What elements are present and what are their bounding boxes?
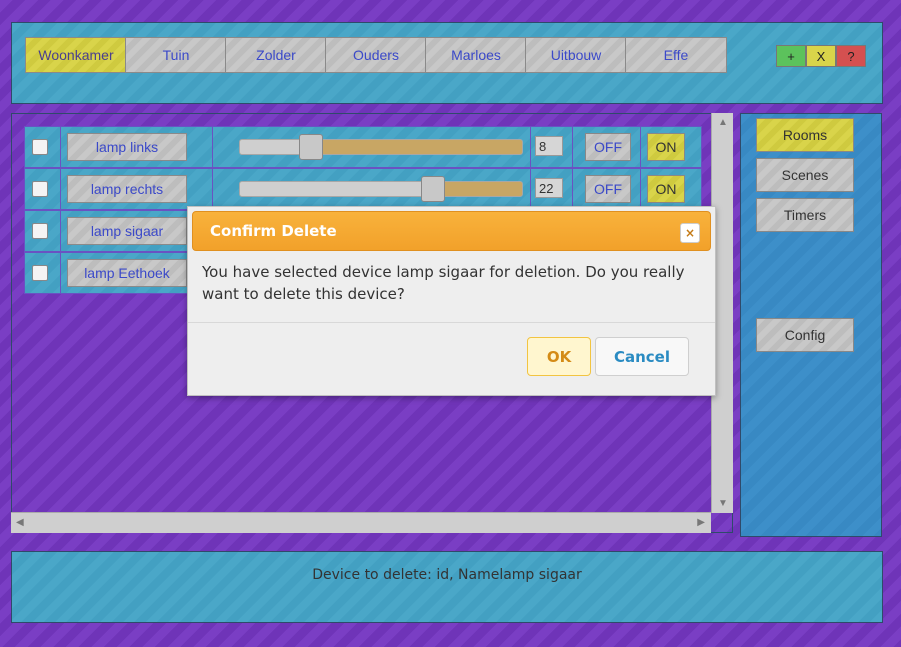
device-row: lamp Eethoek	[24, 252, 201, 294]
on-cell: ON	[640, 126, 702, 168]
off-button[interactable]: OFF	[585, 133, 631, 161]
scroll-left-icon[interactable]: ◀	[16, 517, 24, 528]
device-name-button[interactable]: lamp Eethoek	[67, 259, 187, 287]
level-cell: 8	[530, 126, 574, 168]
dialog-message: You have selected device lamp sigaar for…	[202, 263, 685, 303]
name-cell: lamp rechts	[60, 168, 214, 210]
tab-uitbouw[interactable]: Uitbouw	[525, 37, 627, 73]
device-name-button[interactable]: lamp rechts	[67, 175, 187, 203]
dialog-divider	[188, 322, 715, 323]
side-menu: Rooms Scenes Timers Config	[740, 113, 882, 537]
off-button[interactable]: OFF	[585, 175, 631, 203]
help-button[interactable]: ?	[836, 45, 866, 67]
device-row: lamp rechts 22 OFF ON	[24, 168, 702, 210]
device-row: lamp sigaar	[24, 210, 201, 252]
on-cell: ON	[640, 168, 702, 210]
status-text: Device to delete: id, Namelamp sigaar	[312, 567, 582, 583]
timers-button[interactable]: Timers	[756, 198, 854, 232]
select-checkbox[interactable]	[32, 139, 48, 155]
tab-woonkamer[interactable]: Woonkamer	[25, 37, 127, 73]
cancel-button[interactable]: Cancel	[595, 337, 689, 376]
ok-button[interactable]: OK	[527, 337, 591, 376]
tab-ouders[interactable]: Ouders	[325, 37, 427, 73]
slider-handle[interactable]	[299, 134, 323, 160]
tab-effe[interactable]: Effe	[625, 37, 727, 73]
name-cell: lamp Eethoek	[60, 252, 201, 294]
tab-tuin[interactable]: Tuin	[125, 37, 227, 73]
select-checkbox[interactable]	[32, 223, 48, 239]
name-cell: lamp links	[60, 126, 214, 168]
select-cell	[24, 252, 62, 294]
select-cell	[24, 168, 62, 210]
config-button[interactable]: Config	[756, 318, 854, 352]
on-button[interactable]: ON	[647, 133, 685, 161]
level-cell: 22	[530, 168, 574, 210]
add-button[interactable]: +	[776, 45, 806, 67]
rooms-button[interactable]: Rooms	[756, 118, 854, 152]
scroll-up-icon[interactable]: ▲	[718, 117, 728, 128]
room-tab-bar: Woonkamer Tuin Zolder Ouders Marloes Uit…	[11, 22, 883, 104]
dimmer-cell	[212, 126, 532, 168]
select-cell	[24, 126, 62, 168]
device-row: lamp links 8 OFF ON	[24, 126, 702, 168]
scenes-button[interactable]: Scenes	[756, 158, 854, 192]
scroll-down-icon[interactable]: ▼	[718, 498, 728, 509]
dialog-close-icon[interactable]: ×	[680, 223, 700, 243]
on-button[interactable]: ON	[647, 175, 685, 203]
confirm-delete-dialog: Confirm Delete × You have selected devic…	[187, 206, 716, 396]
level-value[interactable]: 8	[535, 136, 563, 156]
select-checkbox[interactable]	[32, 265, 48, 281]
scroll-right-icon[interactable]: ▶	[697, 517, 705, 528]
select-checkbox[interactable]	[32, 181, 48, 197]
dimmer-cell	[212, 168, 532, 210]
close-button[interactable]: X	[806, 45, 836, 67]
select-cell	[24, 210, 62, 252]
device-name-button[interactable]: lamp sigaar	[67, 217, 187, 245]
status-bar: Device to delete: id, Namelamp sigaar	[11, 551, 883, 623]
device-name-button[interactable]: lamp links	[67, 133, 187, 161]
off-cell: OFF	[572, 168, 642, 210]
dimmer-slider[interactable]	[239, 139, 523, 155]
dialog-title-bar: Confirm Delete ×	[192, 211, 711, 251]
off-cell: OFF	[572, 126, 642, 168]
tab-marloes[interactable]: Marloes	[425, 37, 527, 73]
tab-zolder[interactable]: Zolder	[225, 37, 327, 73]
dimmer-slider[interactable]	[239, 181, 523, 197]
slider-handle[interactable]	[421, 176, 445, 202]
level-value[interactable]: 22	[535, 178, 563, 198]
dialog-title: Confirm Delete	[210, 222, 337, 240]
name-cell: lamp sigaar	[60, 210, 201, 252]
horizontal-scrollbar[interactable]: ◀ ▶	[11, 512, 711, 533]
